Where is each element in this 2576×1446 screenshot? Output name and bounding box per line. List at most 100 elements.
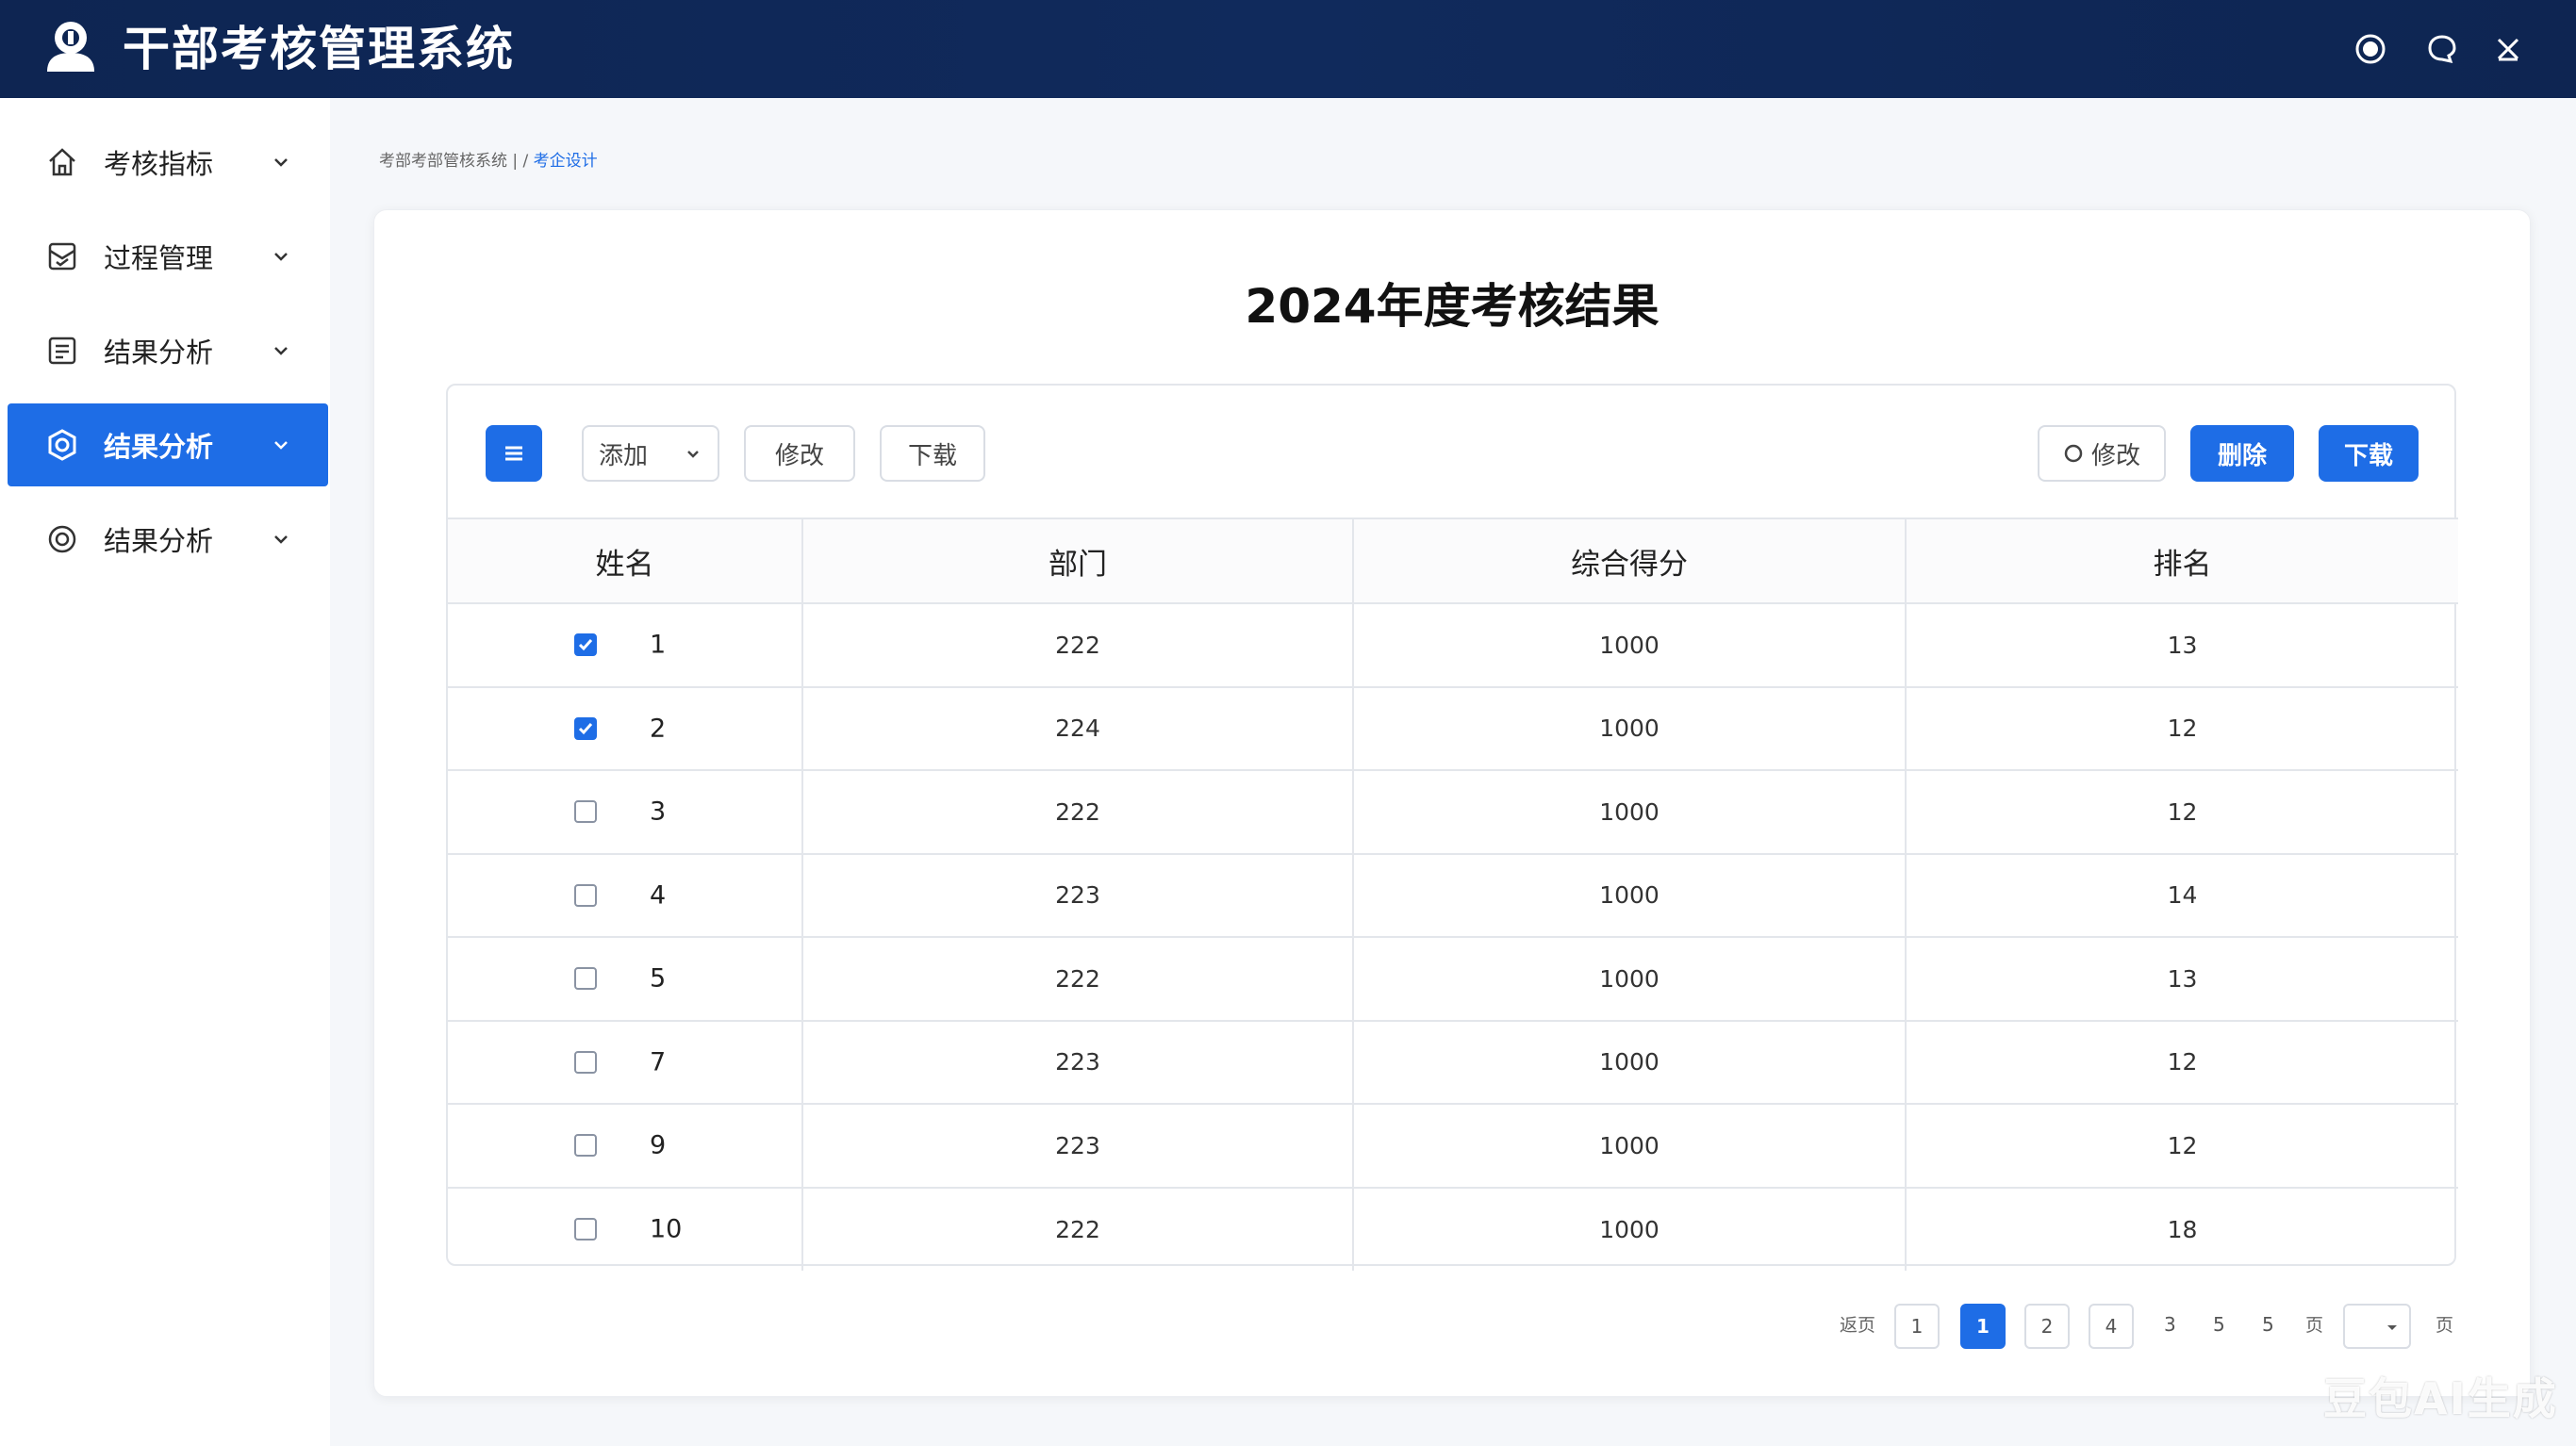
table-header-row: 姓名 部门 综合得分 排名 <box>448 518 2458 604</box>
sidebar-item-assessment-indicators[interactable]: 考核指标 <box>8 121 328 204</box>
cell-score: 1000 <box>1352 685 1907 771</box>
checkbox-checked[interactable] <box>574 716 597 740</box>
app-title: 干部考核管理系统 <box>123 22 515 76</box>
cell-dept: 224 <box>801 685 1354 771</box>
caret-down-icon <box>2387 1325 2397 1330</box>
sidebar-item-label: 结果分析 <box>104 525 214 557</box>
breadcrumb: 考部考部管核系统 | / 考企设计 <box>379 147 598 171</box>
edit-secondary-button[interactable]: 修改 <box>2038 425 2166 482</box>
page-number-1[interactable]: 5 <box>2213 1313 2225 1336</box>
cell-score: 1000 <box>1352 936 1907 1022</box>
cell-rank: 12 <box>1905 685 2458 771</box>
checkbox[interactable] <box>574 1050 597 1074</box>
target-icon <box>48 525 76 553</box>
cell-score: 1000 <box>1352 602 1907 688</box>
checkbox[interactable] <box>574 1134 597 1158</box>
cell-name: 4 <box>448 852 803 938</box>
checkbox-checked[interactable] <box>574 633 597 657</box>
cell-dept: 222 <box>801 602 1354 688</box>
add-label: 添加 <box>599 441 649 470</box>
cell-score: 1000 <box>1352 1186 1907 1271</box>
close-button[interactable] <box>2489 30 2527 68</box>
list-icon <box>505 446 522 461</box>
sidebar-item-label: 结果分析 <box>104 337 214 369</box>
table-row[interactable]: 10 222 1000 18 <box>448 1186 2458 1271</box>
home-icon <box>49 148 75 176</box>
checkbox[interactable] <box>574 967 597 991</box>
cell-name: 1 <box>448 602 803 688</box>
name-value: 2 <box>650 714 667 744</box>
table-row[interactable]: 5 222 1000 13 <box>448 936 2458 1022</box>
name-value: 7 <box>650 1047 667 1077</box>
add-dropdown[interactable]: 添加 <box>582 425 719 482</box>
name-value: 4 <box>650 880 667 911</box>
sidebar-item-result-analysis-active[interactable]: 结果分析 <box>8 403 328 486</box>
sidebar-item-result-analysis-2[interactable]: 结果分析 <box>8 498 328 581</box>
page-number-0[interactable]: 3 <box>2164 1313 2176 1336</box>
chevron-down-icon <box>274 253 288 261</box>
cell-score: 1000 <box>1352 769 1907 855</box>
cell-name: 7 <box>448 1019 803 1105</box>
breadcrumb-root[interactable]: 考部考部管核系统 <box>379 152 507 171</box>
download-button[interactable]: 下载 <box>880 425 985 482</box>
name-value: 1 <box>650 630 667 660</box>
column-header-dept[interactable]: 部门 <box>801 518 1354 604</box>
cell-rank: 18 <box>1905 1186 2458 1271</box>
checkbox[interactable] <box>574 800 597 824</box>
cell-name: 9 <box>448 1103 803 1189</box>
sidebar-item-process-management[interactable]: 过程管理 <box>8 215 328 298</box>
name-value: 3 <box>650 797 667 827</box>
chevron-down-icon <box>274 158 288 167</box>
chevron-down-icon <box>274 441 288 450</box>
page-box-2[interactable]: 2 <box>2024 1304 2070 1349</box>
cell-score: 1000 <box>1352 1103 1907 1189</box>
table-row[interactable]: 1 222 1000 13 <box>448 602 2458 688</box>
column-header-name[interactable]: 姓名 <box>448 518 803 604</box>
download-primary-button[interactable]: 下载 <box>2319 425 2419 482</box>
checkbox[interactable] <box>574 1218 597 1241</box>
sidebar-item-result-analysis-1[interactable]: 结果分析 <box>8 309 328 392</box>
watermark: 豆包AI生成 <box>2323 1373 2558 1424</box>
pagination-suffix: 页 <box>2436 1315 2454 1336</box>
delete-button[interactable]: 删除 <box>2190 425 2294 482</box>
name-value: 9 <box>650 1130 667 1160</box>
page-box-3[interactable]: 4 <box>2089 1304 2134 1349</box>
page-box-1-active[interactable]: 1 <box>1960 1304 2006 1349</box>
page-title: 2024年度考核结果 <box>1245 279 1660 334</box>
page-size-select[interactable] <box>2343 1304 2411 1349</box>
cell-rank: 12 <box>1905 769 2458 855</box>
breadcrumb-current[interactable]: 考企设计 <box>534 152 598 171</box>
chevron-down-icon <box>274 535 288 544</box>
menu-button[interactable] <box>486 425 542 482</box>
table-row[interactable]: 2 224 1000 12 <box>448 685 2458 771</box>
chat-button[interactable] <box>2423 30 2461 68</box>
table-row[interactable]: 4 223 1000 14 <box>448 852 2458 938</box>
cell-score: 1000 <box>1352 1019 1907 1105</box>
edit-button[interactable]: 修改 <box>744 425 855 482</box>
checkbox[interactable] <box>574 883 597 907</box>
circle-icon <box>2064 444 2083 463</box>
page-label: 页 <box>2305 1315 2324 1336</box>
name-value: 5 <box>650 963 667 994</box>
document-icon <box>48 337 76 365</box>
cell-dept: 222 <box>801 1186 1354 1271</box>
results-table: 姓名 部门 综合得分 排名 1 222 1000 13 2 224 1000 12 3 222 10… <box>448 518 2458 1271</box>
table-row[interactable]: 3 222 1000 12 <box>448 769 2458 855</box>
record-button[interactable] <box>2352 30 2389 68</box>
cell-dept: 222 <box>801 769 1354 855</box>
column-header-score[interactable]: 综合得分 <box>1352 518 1907 604</box>
edit-secondary-label: 修改 <box>2090 441 2140 470</box>
column-header-rank[interactable]: 排名 <box>1905 518 2458 604</box>
main-card: 2024年度考核结果 添加 修改 下载 修改 删除 下载 姓名 部门 综合得分 … <box>373 209 2531 1397</box>
table-row[interactable]: 9 223 1000 12 <box>448 1103 2458 1189</box>
chat-icon <box>2428 35 2456 64</box>
sidebar-item-label: 结果分析 <box>104 431 214 463</box>
table-row[interactable]: 7 223 1000 12 <box>448 1019 2458 1105</box>
page-box-0[interactable]: 1 <box>1894 1304 1940 1349</box>
page-number-2[interactable]: 5 <box>2262 1313 2274 1336</box>
name-value: 10 <box>650 1214 683 1244</box>
cell-name: 10 <box>448 1186 803 1271</box>
cell-dept: 223 <box>801 1019 1354 1105</box>
cell-dept: 223 <box>801 852 1354 938</box>
chevron-down-icon <box>687 451 699 458</box>
